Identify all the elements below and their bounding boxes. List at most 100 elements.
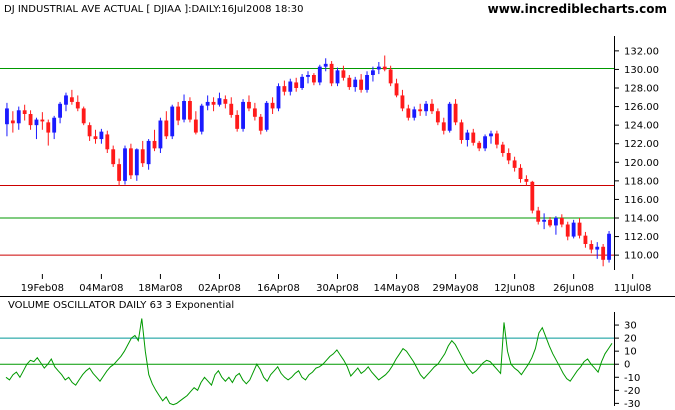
candle bbox=[34, 117, 39, 140]
candle-body bbox=[40, 119, 45, 122]
date-x-axis: 19Feb08 04Mar08 18Mar08 02Apr08 16Apr08 30Apr… bbox=[21, 274, 652, 294]
candle bbox=[542, 213, 547, 230]
y-tick-label: 126.00 bbox=[624, 102, 659, 113]
candle bbox=[601, 244, 606, 267]
candle-body bbox=[335, 70, 340, 84]
candle bbox=[424, 101, 428, 116]
candle-body bbox=[589, 244, 594, 250]
candle bbox=[607, 231, 611, 263]
candle-body bbox=[235, 114, 240, 129]
candle-body bbox=[87, 125, 92, 137]
candle bbox=[489, 130, 493, 144]
candle-body bbox=[453, 103, 458, 123]
oscillator-y-tick-label: 10 bbox=[624, 347, 637, 358]
candle-body bbox=[128, 148, 133, 176]
oscillator-y-axis: 30 20 10 0 -10 -20 -30 bbox=[614, 321, 640, 410]
candle bbox=[123, 145, 127, 185]
candle-body bbox=[176, 106, 181, 121]
candle bbox=[270, 97, 275, 114]
oscillator-title: VOLUME OSCILLATOR DAILY 63 3 Exponential bbox=[8, 300, 234, 311]
candle-body bbox=[518, 167, 523, 179]
candle bbox=[252, 102, 257, 121]
x-tick-label: 04Mar08 bbox=[79, 283, 123, 294]
candle-body bbox=[317, 66, 322, 83]
candle bbox=[93, 129, 98, 144]
candle bbox=[353, 76, 358, 92]
x-tick-label: 14May08 bbox=[373, 283, 419, 294]
candle bbox=[81, 106, 86, 126]
candle-body bbox=[294, 82, 299, 88]
candle-body bbox=[412, 109, 417, 118]
candle bbox=[548, 217, 552, 228]
candle-body bbox=[211, 101, 216, 105]
candle bbox=[382, 55, 387, 72]
candle-body bbox=[353, 79, 358, 88]
chart-svg: DJ INDUSTRIAL AVE ACTUAL [ DJIAA ]:DAILY… bbox=[0, 2, 675, 410]
candle-body bbox=[435, 111, 440, 123]
y-tick-label: 124.00 bbox=[624, 121, 659, 132]
candle-body bbox=[28, 114, 33, 126]
site-url[interactable]: www.incrediblecharts.com bbox=[488, 2, 667, 16]
candle-body bbox=[530, 181, 535, 211]
candle bbox=[418, 103, 423, 116]
candle bbox=[300, 74, 305, 90]
oscillator-y-tick-label: 30 bbox=[624, 321, 637, 332]
candle bbox=[87, 122, 92, 141]
price-y-axis: 132.00 130.00 128.00 126.00 124.00 122.00 120.… bbox=[614, 46, 659, 262]
x-tick-label: 18Mar08 bbox=[138, 283, 182, 294]
candle-body bbox=[323, 63, 328, 67]
candle-body bbox=[199, 105, 204, 132]
candle bbox=[282, 80, 287, 96]
candle-body bbox=[105, 134, 110, 150]
candle-body bbox=[329, 63, 334, 84]
y-tick-label: 118.00 bbox=[624, 176, 659, 187]
candle bbox=[193, 111, 198, 135]
candle-body bbox=[536, 210, 541, 222]
candle bbox=[158, 117, 163, 153]
candle-body bbox=[465, 132, 470, 140]
candle-body bbox=[311, 75, 316, 83]
candle bbox=[264, 101, 269, 132]
candle-body bbox=[376, 66, 381, 70]
candle-body bbox=[270, 102, 275, 109]
candle-body bbox=[306, 75, 310, 77]
candle-body bbox=[188, 101, 192, 120]
y-tick-label: 132.00 bbox=[624, 46, 659, 57]
candle-body bbox=[64, 95, 68, 105]
candle-body bbox=[146, 140, 151, 165]
candle bbox=[506, 148, 511, 165]
candle bbox=[311, 73, 316, 86]
reference-lines bbox=[0, 68, 614, 256]
candle bbox=[69, 89, 74, 105]
candle bbox=[199, 103, 204, 135]
candle bbox=[494, 130, 499, 149]
candle bbox=[306, 71, 310, 84]
candle bbox=[465, 129, 470, 147]
candle-body bbox=[81, 108, 86, 124]
candle-body bbox=[583, 235, 588, 244]
candle bbox=[99, 128, 104, 144]
candle-body bbox=[471, 132, 476, 143]
candle-body bbox=[459, 122, 464, 140]
candle-body bbox=[134, 149, 139, 176]
candle-body bbox=[123, 148, 127, 181]
candle-body bbox=[500, 144, 505, 153]
candle-body bbox=[341, 70, 346, 78]
candle bbox=[146, 139, 151, 170]
candle-body bbox=[164, 120, 169, 137]
candle-body bbox=[5, 108, 9, 125]
candle-body bbox=[288, 81, 293, 92]
candle-body bbox=[75, 101, 80, 109]
oscillator-y-tick-label: -30 bbox=[624, 399, 640, 410]
candle-body bbox=[52, 117, 57, 133]
x-tick-label: 11Jul08 bbox=[614, 283, 652, 294]
candle bbox=[365, 71, 369, 93]
candle-body bbox=[205, 101, 210, 106]
candle bbox=[577, 218, 582, 239]
candle-body bbox=[371, 70, 375, 75]
candle bbox=[16, 106, 21, 130]
candle-body bbox=[512, 160, 517, 168]
candle-body bbox=[483, 136, 488, 149]
candle-body bbox=[22, 110, 27, 114]
candle bbox=[111, 145, 116, 167]
